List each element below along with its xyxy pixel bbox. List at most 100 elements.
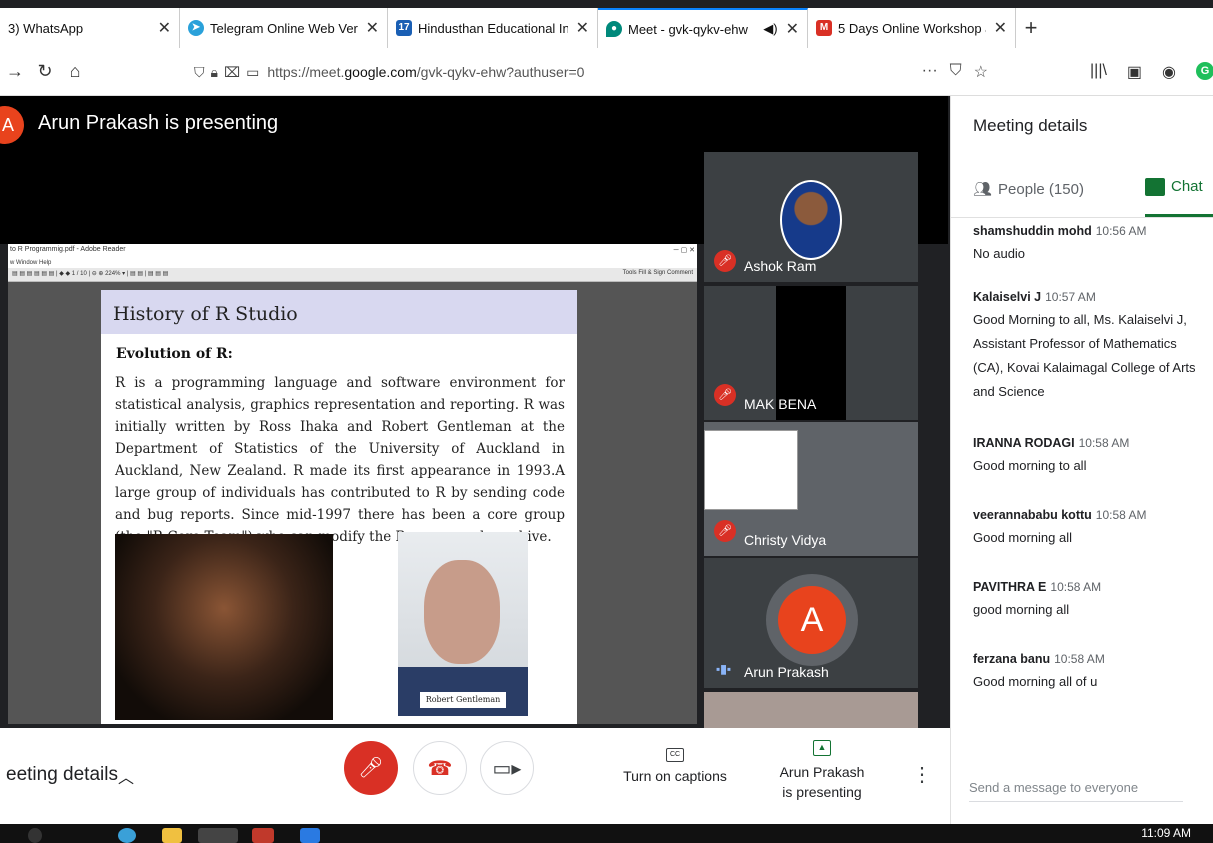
presenting-button[interactable]: ▲ Arun Prakash is presenting — [770, 740, 874, 802]
search-icon[interactable] — [28, 828, 42, 843]
chat-message-input[interactable] — [969, 774, 1183, 802]
browser-tab-bar: 3) WhatsApp ✕ ➤ Telegram Online Web Vers… — [0, 8, 1213, 48]
meeting-details-panel: Meeting details 👥︎ People (150) Chat sham… — [950, 96, 1213, 824]
calendar-icon: 17 — [396, 20, 412, 36]
bookmark-star-icon[interactable]: ☆ — [974, 62, 988, 82]
captions-icon: CC — [666, 748, 684, 762]
mic-off-icon: 🎤︎ — [714, 520, 736, 542]
slide-title: History of R Studio — [101, 290, 577, 334]
new-tab-button[interactable]: + — [1016, 8, 1046, 48]
participant-tile[interactable]: 🎤︎ MAK BENA — [704, 286, 918, 420]
close-icon[interactable]: ✕ — [786, 19, 799, 39]
people-icon: 👥︎ — [973, 181, 993, 198]
lock-icon[interactable]: 🔒︎ — [211, 64, 218, 81]
tab-label: 5 Days Online Workshop and N — [838, 20, 986, 36]
panel-title: Meeting details — [973, 116, 1088, 135]
close-icon[interactable]: ✕ — [994, 18, 1007, 38]
photo-caption: Robert Gentleman — [420, 692, 506, 708]
home-icon[interactable]: ⌂ — [60, 61, 90, 82]
meeting-controls: eeting details ︿ 🎤︎ ☎︎ ▭▸ CC Turn on cap… — [0, 728, 950, 824]
mic-off-icon: 🎤︎ — [358, 757, 384, 779]
more-options-icon[interactable]: ⋮ — [912, 762, 932, 787]
screen: { "browser": { "tabs": [ {"label": "3) W… — [0, 0, 1213, 843]
participant-name: MAK BENA — [744, 396, 817, 412]
tab-label: Meet - gvk-qykv-ehw — [628, 21, 748, 37]
tab-whatsapp[interactable]: 3) WhatsApp ✕ — [0, 8, 180, 48]
participant-photo — [780, 180, 842, 260]
pdf-toolbar: ▤ ▤ ▤ ▤ ▤ ▤ | ◆ ◆ 1 / 10 | ⊖ ⊕ 224% ▾ | … — [8, 268, 697, 282]
participant-tile[interactable]: 🎤︎ Christy Vidya — [704, 422, 918, 556]
office-icon[interactable] — [252, 828, 274, 843]
camera-toggle-button[interactable]: ▭▸ — [480, 741, 534, 795]
mic-off-icon: 🎤︎ — [714, 250, 736, 272]
file-explorer-icon[interactable] — [162, 828, 182, 843]
library-icon[interactable]: |||\ — [1090, 62, 1107, 82]
tab-hindusthan[interactable]: 17 Hindusthan Educational Institu ✕ — [388, 8, 598, 48]
tab-label: 3) WhatsApp — [8, 20, 84, 36]
tab-chat[interactable]: Chat — [1145, 178, 1203, 197]
captions-button[interactable]: CC Turn on captions — [610, 748, 740, 784]
chevron-up-icon[interactable]: ︿ — [118, 764, 134, 788]
shared-screen: to R Programmig.pdf - Adobe Reader ─ ▢ ✕ … — [8, 244, 697, 724]
chat-message: PAVITHRA E 10:58 AM good morning all — [973, 580, 1102, 617]
camera-icon: ▭▸ — [492, 758, 522, 780]
participant-name: Ashok Ram — [744, 258, 817, 274]
taskbar-active-app[interactable] — [198, 828, 238, 843]
sidebar-icon[interactable]: ▣ — [1127, 62, 1142, 82]
pocket-icon[interactable]: ⛉ — [950, 62, 962, 82]
edge-icon[interactable] — [118, 828, 136, 843]
tab-label: Telegram Online Web Version — [210, 20, 358, 36]
navigation-bar: → ↻ ⌂ ⛉ 🔒︎ ⌧ ▭ https://meet.google.com/g… — [0, 48, 1213, 96]
meeting-stage: A Arun Prakash is presenting to R Progra… — [0, 96, 948, 728]
url-text: https://meet.google.com/gvk-qykv-ehw?aut… — [267, 64, 585, 80]
tab-telegram[interactable]: ➤ Telegram Online Web Version ✕ — [180, 8, 388, 48]
robert-gentleman-photo: Robert Gentleman — [398, 532, 528, 716]
participant-name: Christy Vidya — [744, 532, 827, 548]
chat-messages: shamshuddin mohd 10:56 AM No audio Kalais… — [973, 222, 1209, 714]
participant-video — [704, 430, 798, 510]
taskbar-clock: 11:09 AM — [1141, 826, 1191, 840]
tab-meet[interactable]: ● Meet - gvk-qykv-ehw ◀) ✕ — [598, 8, 808, 48]
participant-name: Arun Prakash — [744, 664, 829, 680]
participant-tile[interactable]: A ▪▮▪ Arun Prakash — [704, 558, 918, 688]
gmail-icon: M — [816, 20, 832, 36]
app-icon[interactable] — [300, 828, 320, 843]
participant-tile[interactable]: 🎤︎ Ashok Ram — [704, 152, 918, 282]
reload-icon[interactable]: ↻ — [30, 61, 60, 82]
grammarly-extension-icon[interactable]: G — [1196, 62, 1213, 80]
screen-share-icon[interactable]: ▭ — [246, 64, 259, 81]
phone-hangup-icon: ☎︎ — [427, 758, 453, 780]
chat-message: ferzana banu 10:58 AM Good morning all of… — [973, 652, 1105, 689]
presenting-title: Arun Prakash is presenting — [38, 112, 279, 134]
speaker-icon[interactable]: ◀) — [763, 21, 777, 37]
pdf-menu-bar: w Window Help — [8, 260, 697, 268]
close-icon[interactable]: ✕ — [576, 18, 589, 38]
tab-gmail[interactable]: M 5 Days Online Workshop and N ✕ — [808, 8, 1016, 48]
pdf-window-title: to R Programmig.pdf - Adobe Reader ─ ▢ ✕ — [8, 244, 697, 260]
close-icon[interactable]: ✕ — [366, 18, 379, 38]
account-icon[interactable]: ◉ — [1162, 62, 1176, 82]
participant-tile[interactable] — [704, 692, 918, 728]
permissions-icon[interactable]: ⌧ — [224, 64, 240, 81]
windows-taskbar: 11:09 AM — [0, 824, 1213, 843]
pdf-slide: History of R Studio Evolution of R: R is… — [101, 290, 577, 724]
tab-label: Hindusthan Educational Institu — [418, 20, 568, 36]
tab-people[interactable]: 👥︎ People (150) — [973, 180, 1084, 198]
close-icon[interactable]: ✕ — [158, 18, 171, 38]
address-bar[interactable]: ⛉ 🔒︎ ⌧ ▭ https://meet.google.com/gvk-qyk… — [186, 56, 998, 88]
chat-icon — [1145, 178, 1165, 197]
mic-toggle-button[interactable]: 🎤︎ — [344, 741, 398, 795]
meeting-details-button[interactable]: eeting details — [6, 764, 118, 786]
chat-message: IRANNA RODAGI 10:58 AM Good morning to al… — [973, 436, 1130, 473]
slide-body: R is a programming language and software… — [115, 375, 565, 545]
more-icon[interactable]: ··· — [922, 62, 938, 82]
ross-ihaka-photo — [115, 534, 333, 720]
present-screen-icon: ▲ — [813, 740, 831, 756]
participant-avatar: A — [778, 586, 846, 654]
chat-message: shamshuddin mohd 10:56 AM No audio — [973, 224, 1147, 261]
shield-icon[interactable]: ⛉ — [194, 64, 205, 81]
speaking-indicator-icon: ▪▮▪ — [716, 662, 732, 676]
chat-message: Kalaiselvi J 10:57 AM Good Morning to all… — [973, 290, 1196, 399]
forward-icon[interactable]: → — [0, 61, 30, 82]
leave-call-button[interactable]: ☎︎ — [413, 741, 467, 795]
